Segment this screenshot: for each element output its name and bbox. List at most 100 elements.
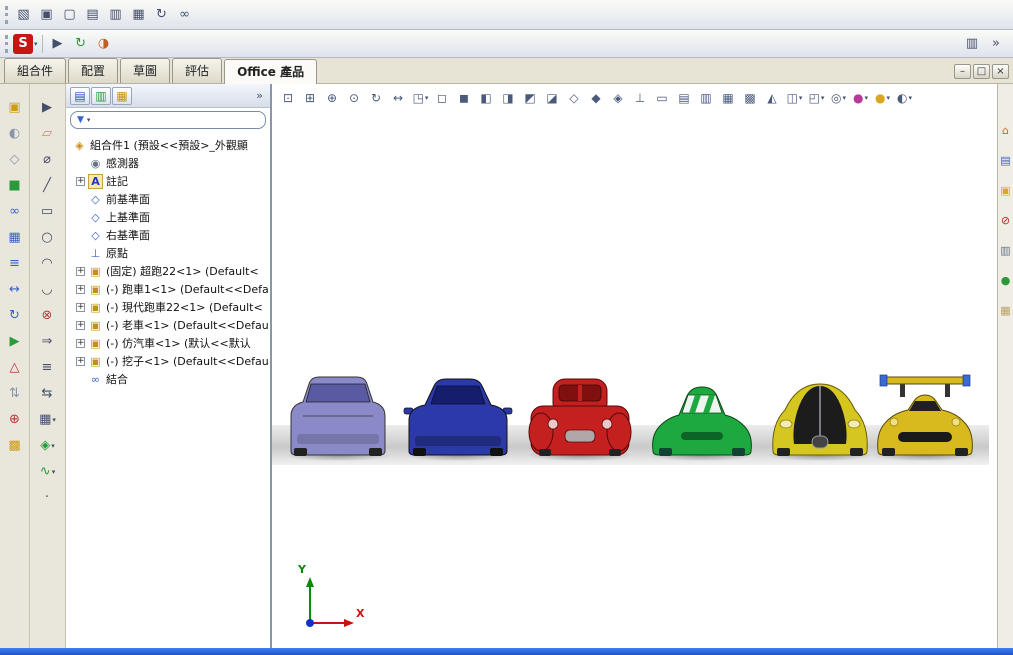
isometric-view[interactable]: ◇ xyxy=(564,88,585,108)
car-red-classic[interactable] xyxy=(517,372,643,464)
linear-component-pattern[interactable]: ▦ xyxy=(3,226,27,249)
back-view[interactable]: ◼ xyxy=(454,88,475,108)
tree-item-replica-car[interactable]: (-) 仿汽車<1> (默认<<默认 xyxy=(70,334,268,352)
car-yellow-racer[interactable] xyxy=(862,372,988,464)
assembly-features[interactable]: ▩ xyxy=(3,434,27,457)
tree-item-sportscar1[interactable]: (-) 跑車1<1> (Default<<Defa xyxy=(70,280,268,298)
tree-item-origin[interactable]: 原點 xyxy=(70,244,268,262)
centerpoint-arc[interactable]: ◠ xyxy=(36,252,60,275)
left-view[interactable]: ◧ xyxy=(476,88,497,108)
zoom-to-selection[interactable]: ⊙ xyxy=(344,88,365,108)
hidden-lines-removed[interactable]: ▥ xyxy=(696,88,717,108)
new-window[interactable]: ▢ xyxy=(59,4,81,26)
filter-bar[interactable]: ▼ ▾ xyxy=(70,111,266,129)
cascade-windows[interactable]: ▤ xyxy=(82,4,104,26)
new-motion-study[interactable]: ▶ xyxy=(3,330,27,353)
apply-scene[interactable]: ● ▾ xyxy=(872,88,893,108)
explode-line-sketch[interactable]: ⇅ xyxy=(3,382,27,405)
tab-office-products[interactable]: Office 產品 xyxy=(224,59,318,84)
filter-dropdown-arrow[interactable]: ▾ xyxy=(87,116,91,124)
change-transparency[interactable]: ◇ xyxy=(3,148,27,171)
toolbar-grip[interactable] xyxy=(5,34,9,53)
tree-item-top-plane[interactable]: 上基準面 xyxy=(70,208,268,226)
expand-icon[interactable] xyxy=(76,284,85,295)
dimetric-view[interactable]: ◆ xyxy=(586,88,607,108)
tile-windows[interactable]: ▥ xyxy=(105,4,127,26)
interference-detection[interactable]: ⊕ xyxy=(3,408,27,431)
mate[interactable]: ∞ xyxy=(3,200,27,223)
tree-item-old-car[interactable]: (-) 老車<1> (Default<<Defau xyxy=(70,316,268,334)
close-button[interactable]: × xyxy=(992,64,1009,79)
solidworks-resources[interactable]: ⌂ xyxy=(998,122,1013,138)
car-green-sports[interactable] xyxy=(639,372,765,464)
refresh-view[interactable]: ↻ xyxy=(151,4,173,26)
zoom-to-area[interactable]: ⊞ xyxy=(300,88,321,108)
view-image[interactable]: ▧ xyxy=(13,4,35,26)
restore-button[interactable]: □ xyxy=(973,64,990,79)
convert-entities[interactable]: ⇒ xyxy=(36,330,60,353)
featuremanager-tree-tab[interactable]: ▤ xyxy=(70,86,90,105)
tab-layout[interactable]: 配置 xyxy=(68,58,119,83)
expand-icon[interactable] xyxy=(76,338,85,349)
top-view[interactable]: ◩ xyxy=(520,88,541,108)
expand-icon[interactable] xyxy=(76,195,85,204)
display-relations[interactable]: ◈ ▾ xyxy=(36,434,60,457)
corner-rectangle[interactable]: ▭ xyxy=(36,200,60,223)
tab-sketch[interactable]: 草圖 xyxy=(120,58,171,83)
rotate-component[interactable]: ↻ xyxy=(3,304,27,327)
normal-to[interactable]: ⊥ xyxy=(630,88,651,108)
sketch-point[interactable]: · xyxy=(36,486,60,509)
propertymanager-tab[interactable]: ▥ xyxy=(91,86,111,105)
line[interactable]: ╱ xyxy=(36,174,60,197)
hide-show-items[interactable]: ◎ ▾ xyxy=(828,88,849,108)
appearances-scenes[interactable]: ● xyxy=(998,272,1013,288)
trimetric-view[interactable]: ◈ xyxy=(608,88,629,108)
trim-entities[interactable]: ⊗ xyxy=(36,304,60,327)
custom-properties[interactable]: ▦ xyxy=(998,302,1013,318)
file-explorer[interactable]: ▣ xyxy=(998,182,1013,198)
expand-icon[interactable] xyxy=(76,213,85,222)
tree-item-sensors[interactable]: 感測器 xyxy=(70,154,268,172)
view-settings[interactable]: ◐ ▾ xyxy=(894,88,915,108)
expand-icon[interactable] xyxy=(76,249,85,258)
3d-drawing-view[interactable]: ◳ ▾ xyxy=(410,88,431,108)
appearance-color[interactable]: ◑ xyxy=(93,33,115,55)
hyperlink[interactable]: ∞ xyxy=(174,4,196,26)
tab-assembly[interactable]: 組合件 xyxy=(4,58,67,83)
section-view[interactable]: ◭ xyxy=(762,88,783,108)
linear-sketch-pattern[interactable]: ▦ ▾ xyxy=(36,408,60,431)
smart-dimension[interactable]: ⌀ xyxy=(36,148,60,171)
screen-capture[interactable]: ▣ xyxy=(36,4,58,26)
circle[interactable]: ○ xyxy=(36,226,60,249)
expand-icon[interactable] xyxy=(76,159,85,168)
design-library[interactable]: ▤ xyxy=(998,152,1013,168)
expand-icon[interactable] xyxy=(76,176,85,187)
panel-overflow-button[interactable]: » xyxy=(253,89,266,102)
mirror-entities[interactable]: ⇆ xyxy=(36,382,60,405)
expand-icon[interactable] xyxy=(76,356,85,367)
tree-item-supercar22[interactable]: (固定) 超跑22<1> (Default< xyxy=(70,262,268,280)
expand-icon[interactable] xyxy=(76,231,85,240)
edit-appearance[interactable]: ● ▾ xyxy=(850,88,871,108)
move-component[interactable]: ↔ xyxy=(3,278,27,301)
logo-dropdown-arrow[interactable]: ▾ xyxy=(34,40,38,48)
view-palette[interactable]: ▥ xyxy=(998,242,1013,258)
shaded[interactable]: ▩ xyxy=(740,88,761,108)
zoom-to-fit[interactable]: ⊡ xyxy=(278,88,299,108)
sketch[interactable]: ▱ xyxy=(36,122,60,145)
display-style[interactable]: ◰ ▾ xyxy=(806,88,827,108)
hide-show-component[interactable]: ◐ xyxy=(3,122,27,145)
expand-icon[interactable] xyxy=(76,266,85,277)
smart-fasteners[interactable]: ≡ xyxy=(3,252,27,275)
insert-component[interactable]: ▣ xyxy=(3,96,27,119)
expand-icon[interactable] xyxy=(76,320,85,331)
windows-taskbar[interactable] xyxy=(0,648,1013,655)
tree-item-right-plane[interactable]: 右基準面 xyxy=(70,226,268,244)
graphics-area[interactable]: ⊡ ⊞ ⊕ ⊙ ↻ ↔ ◳ ▾ ◻ ◼ ◧ ◨ ◩ ◪ ◇ ◆ ◈ ⊥ ▭ ▤ ▥ ▦ ▩ ◭ ◫ ▾ ◰ ▾ ◎ ▾ ● ▾ ● ▾ ◐ ▾ xyxy=(272,84,997,648)
front-view[interactable]: ◻ xyxy=(432,88,453,108)
tree-item-modern-car22[interactable]: (-) 現代跑車22<1> (Default< xyxy=(70,298,268,316)
select[interactable]: ▶ xyxy=(36,96,60,119)
spline[interactable]: ∿ ▾ xyxy=(36,460,60,483)
tree-item-annotations[interactable]: 註記 xyxy=(70,172,268,190)
tree-item-digger[interactable]: (-) 挖子<1> (Default<<Defau xyxy=(70,352,268,370)
